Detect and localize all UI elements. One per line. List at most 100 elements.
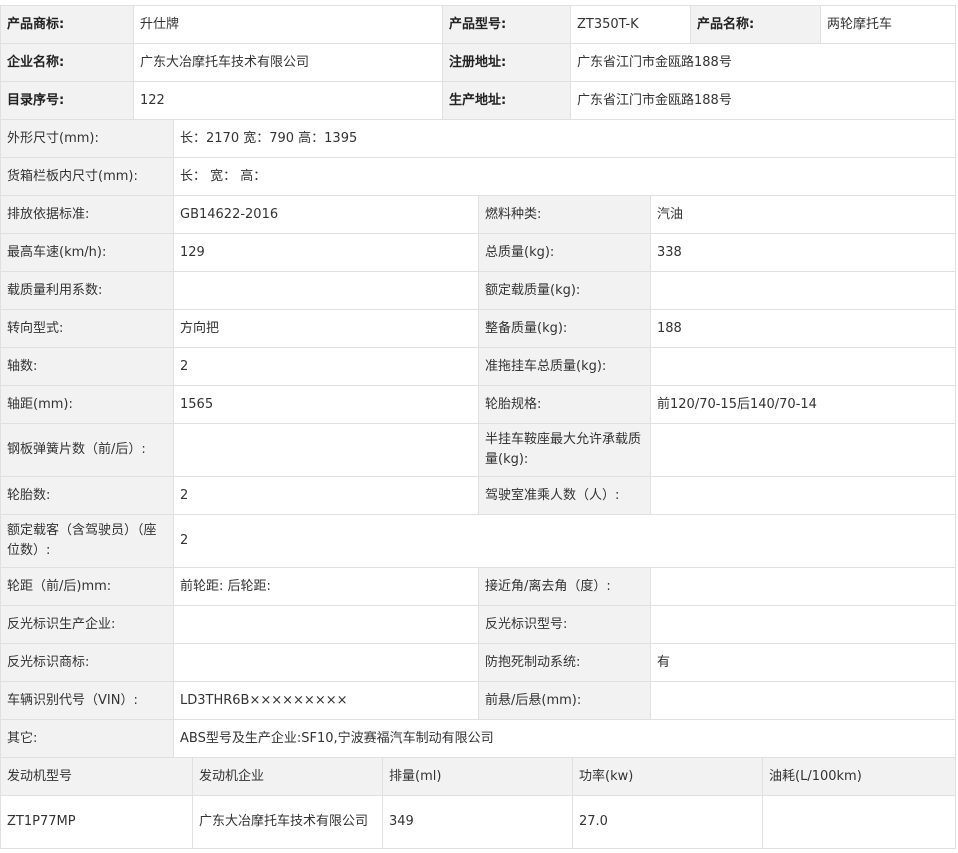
table-row: 排放依据标准: GB14622-2016 燃料种类: 汽油: [0, 195, 957, 234]
product-name-label: 产品名称:: [690, 5, 821, 44]
reflect-brand-value: [173, 643, 479, 682]
engine-company-value: 广东大冶摩托车技术有限公司: [192, 795, 383, 849]
seats-value: 2: [172, 514, 957, 568]
other-label: 其它:: [0, 719, 174, 758]
axles-value: 2: [173, 347, 479, 386]
overhang-value: [649, 681, 957, 720]
brand-value: 升仕牌: [133, 5, 443, 44]
max-speed-label: 最高车速(km/h):: [0, 233, 174, 272]
vin-label: 车辆识别代号（VIN）:: [0, 681, 174, 720]
fuel-consumption-header: 油耗(L/100km): [762, 757, 956, 796]
vin-value: LD3THR6B×××××××××: [173, 681, 479, 720]
brand-label: 产品商标:: [0, 5, 134, 44]
power-header: 功率(kw): [572, 757, 763, 796]
fuel-value: 汽油: [649, 195, 957, 234]
table-row: 反光标识商标: 防抱死制动系统: 有: [0, 643, 957, 682]
engine-table: 发动机型号 发动机企业 排量(ml) 功率(kw) 油耗(L/100km) ZT…: [0, 757, 956, 849]
product-name-value: 两轮摩托车: [820, 5, 956, 44]
total-mass-label: 总质量(kg):: [478, 233, 651, 272]
catalog-label: 目录序号:: [0, 81, 134, 120]
max-speed-value: 129: [173, 233, 479, 272]
fuel-consumption-value: [762, 795, 956, 849]
angle-label: 接近角/离去角（度）:: [478, 567, 651, 606]
displacement-header: 排量(ml): [382, 757, 573, 796]
seats-label: 额定载客（含驾驶员）（座位数）:: [0, 514, 174, 568]
saddle-load-value: [649, 423, 957, 477]
spec-table: 外形尺寸(mm): 长：2170 宽：790 高：1395 货箱栏板内尺寸(mm…: [0, 119, 957, 758]
table-row: 载质量利用系数: 额定载质量(kg):: [0, 271, 957, 310]
wheelbase-value: 1565: [173, 385, 479, 424]
table-row: 钢板弹簧片数（前/后）: 半挂车鞍座最大允许承载质量(kg):: [0, 423, 957, 477]
track-label: 轮距（前/后)mm:: [0, 567, 174, 606]
springs-value: [173, 423, 479, 477]
dims-value: 长：2170 宽：790 高：1395: [172, 119, 957, 158]
table-row: 最高车速(km/h): 129 总质量(kg): 338: [0, 233, 957, 272]
power-value: 27.0: [572, 795, 763, 849]
table-row: ZT1P77MP 广东大冶摩托车技术有限公司 349 27.0: [0, 795, 956, 849]
engine-model-header: 发动机型号: [0, 757, 193, 796]
prod-address-label: 生产地址:: [442, 81, 571, 120]
tires-label: 轮胎数:: [0, 476, 174, 515]
curb-mass-value: 188: [649, 309, 957, 348]
table-row: 外形尺寸(mm): 长：2170 宽：790 高：1395: [0, 119, 957, 158]
tire-spec-label: 轮胎规格:: [478, 385, 651, 424]
reg-address-value: 广东省江门市金瓯路188号: [570, 43, 956, 82]
model-label: 产品型号:: [442, 5, 571, 44]
reflect-brand-label: 反光标识商标:: [0, 643, 174, 682]
cargo-dims-value: 长： 宽： 高：: [172, 157, 957, 196]
wheelbase-label: 轴距(mm):: [0, 385, 174, 424]
tire-spec-value: 前120/70-15后140/70-14: [649, 385, 957, 424]
table-row: 货箱栏板内尺寸(mm): 长： 宽： 高：: [0, 157, 957, 196]
axles-label: 轴数:: [0, 347, 174, 386]
other-value: ABS型号及生产企业:SF10,宁波赛福汽车制动有限公司: [172, 719, 957, 758]
cab-capacity-label: 驾驶室准乘人数（人）:: [478, 476, 651, 515]
abs-value: 有: [649, 643, 957, 682]
trailer-mass-value: [649, 347, 957, 386]
angle-value: [649, 567, 957, 606]
table-row: 轴距(mm): 1565 轮胎规格: 前120/70-15后140/70-14: [0, 385, 957, 424]
fuel-label: 燃料种类:: [478, 195, 651, 234]
company-value: 广东大冶摩托车技术有限公司: [133, 43, 443, 82]
engine-model-value: ZT1P77MP: [0, 795, 193, 849]
load-coef-value: [173, 271, 479, 310]
emission-value: GB14622-2016: [173, 195, 479, 234]
table-row: 转向型式: 方向把 整备质量(kg): 188: [0, 309, 957, 348]
table-header-row: 发动机型号 发动机企业 排量(ml) 功率(kw) 油耗(L/100km): [0, 757, 956, 796]
table-row: 车辆识别代号（VIN）: LD3THR6B××××××××× 前悬/后悬(mm)…: [0, 681, 957, 720]
dims-label: 外形尺寸(mm):: [0, 119, 174, 158]
reg-address-label: 注册地址:: [442, 43, 571, 82]
cab-capacity-value: [649, 476, 957, 515]
steering-label: 转向型式:: [0, 309, 174, 348]
cargo-dims-label: 货箱栏板内尺寸(mm):: [0, 157, 174, 196]
tires-value: 2: [173, 476, 479, 515]
springs-label: 钢板弹簧片数（前/后）:: [0, 423, 174, 477]
reflect-maker-value: [173, 605, 479, 644]
table-row: 企业名称: 广东大冶摩托车技术有限公司 注册地址: 广东省江门市金瓯路188号: [0, 43, 956, 82]
company-label: 企业名称:: [0, 43, 134, 82]
reflect-model-value: [649, 605, 957, 644]
trailer-mass-label: 准拖挂车总质量(kg):: [478, 347, 651, 386]
table-row: 额定载客（含驾驶员）（座位数）: 2: [0, 514, 957, 568]
reflect-maker-label: 反光标识生产企业:: [0, 605, 174, 644]
reflect-model-label: 反光标识型号:: [478, 605, 651, 644]
prod-address-value: 广东省江门市金瓯路188号: [570, 81, 956, 120]
product-header-table: 产品商标: 升仕牌 产品型号: ZT350T-K 产品名称: 两轮摩托车 企业名…: [0, 5, 956, 120]
emission-label: 排放依据标准:: [0, 195, 174, 234]
table-row: 其它: ABS型号及生产企业:SF10,宁波赛福汽车制动有限公司: [0, 719, 957, 758]
load-coef-label: 载质量利用系数:: [0, 271, 174, 310]
overhang-label: 前悬/后悬(mm):: [478, 681, 651, 720]
table-row: 轮胎数: 2 驾驶室准乘人数（人）:: [0, 476, 957, 515]
displacement-value: 349: [382, 795, 573, 849]
model-value: ZT350T-K: [570, 5, 691, 44]
saddle-load-label: 半挂车鞍座最大允许承载质量(kg):: [478, 423, 651, 477]
engine-company-header: 发动机企业: [192, 757, 383, 796]
curb-mass-label: 整备质量(kg):: [478, 309, 651, 348]
table-row: 轴数: 2 准拖挂车总质量(kg):: [0, 347, 957, 386]
table-row: 轮距（前/后)mm: 前轮距: 后轮距: 接近角/离去角（度）:: [0, 567, 957, 606]
table-row: 反光标识生产企业: 反光标识型号:: [0, 605, 957, 644]
steering-value: 方向把: [173, 309, 479, 348]
rated-load-value: [649, 271, 957, 310]
track-value: 前轮距: 后轮距:: [173, 567, 479, 606]
rated-load-label: 额定载质量(kg):: [478, 271, 651, 310]
catalog-value: 122: [133, 81, 443, 120]
